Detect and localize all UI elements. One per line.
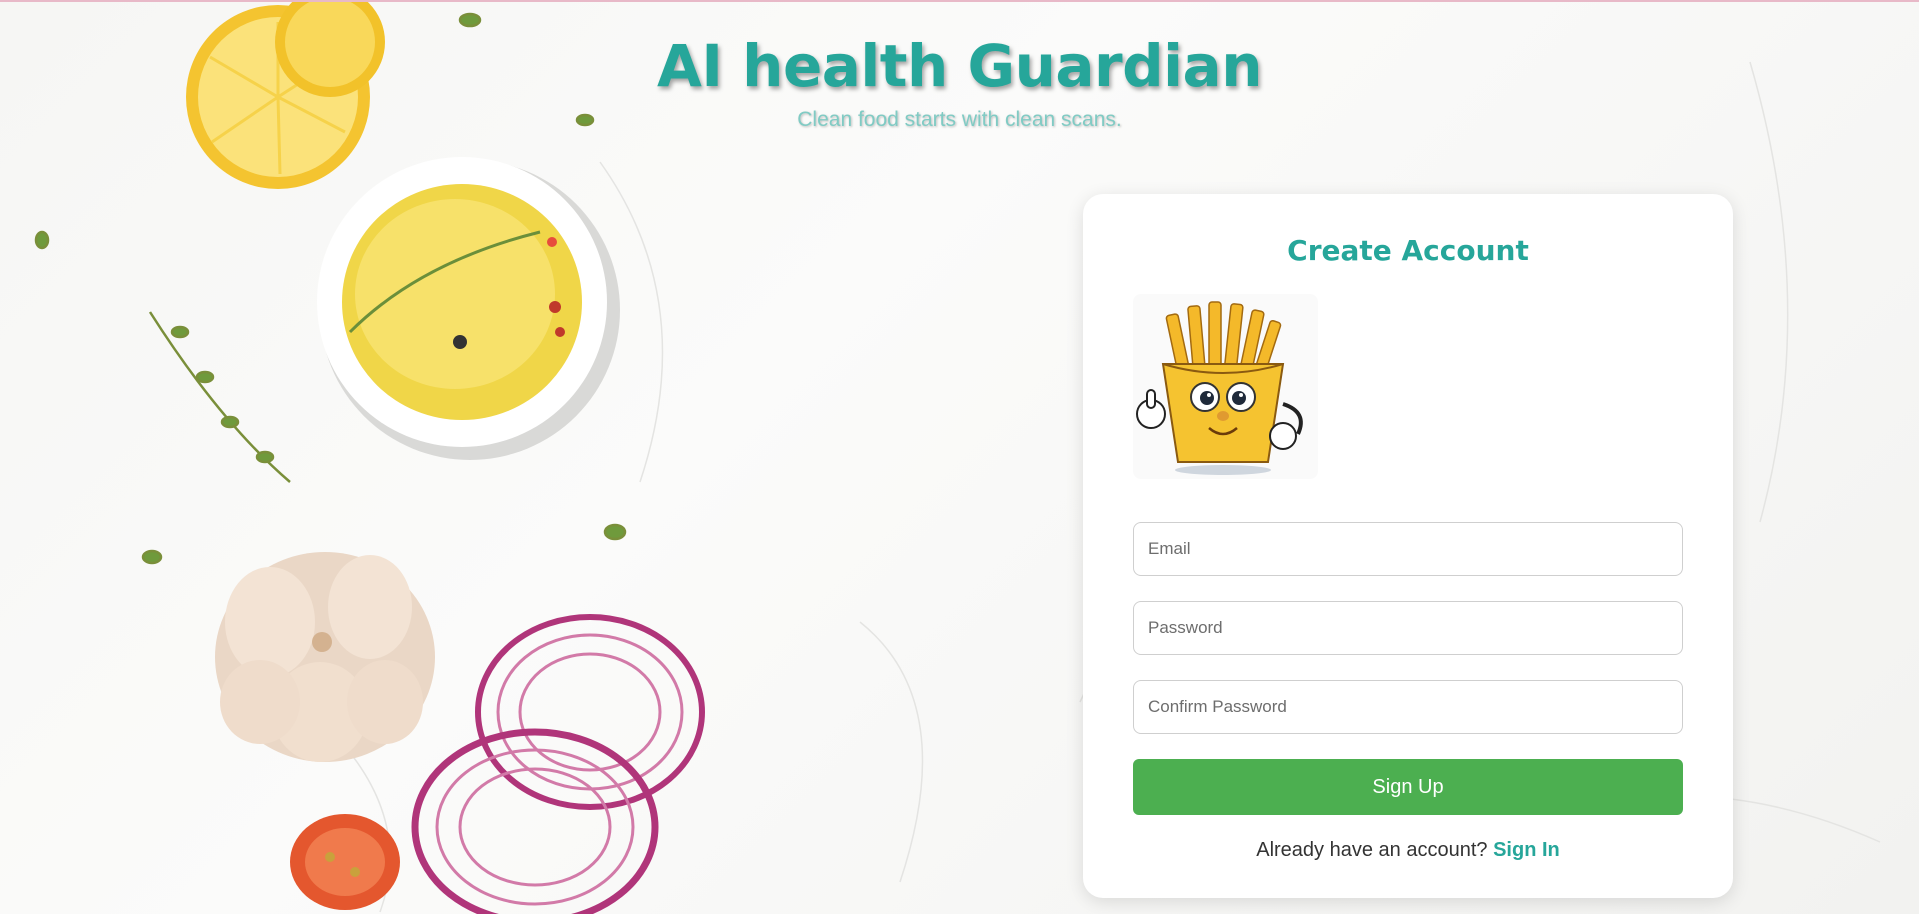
french-fries-mascot-icon [1133,294,1318,479]
onion-rings-icon [411,614,705,914]
signin-prompt-text: Already have an account? [1256,839,1488,861]
confirm-password-field[interactable] [1133,680,1683,734]
tomato-icon [290,814,400,910]
password-field[interactable] [1133,601,1683,655]
card-title: Create Account [1287,234,1529,267]
signup-card: Create Account Email Sign Up Already hav… [1083,194,1733,898]
garlic-icon [215,552,435,762]
email-field[interactable] [1133,522,1683,576]
oil-bowl-icon [317,157,620,460]
signin-prompt-row: Already have an account? Sign In [1083,839,1733,862]
app-title: AI health Guardian [657,32,1262,100]
sign-up-button[interactable]: Sign Up [1133,759,1683,815]
app-tagline: Clean food starts with clean scans. [797,108,1122,131]
signup-page: AI health Guardian Clean food starts wit… [0,0,1919,914]
sign-in-link[interactable]: Sign In [1493,839,1560,861]
